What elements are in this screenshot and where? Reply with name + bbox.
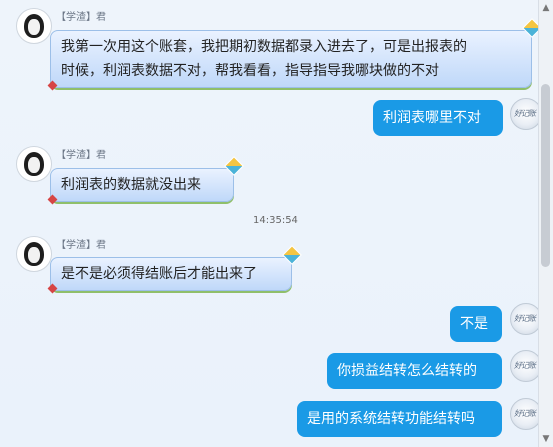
- chat-transcript: 【学渣】君 我第一次用这个账套，我把期初数据都录入进去了，可是出报表的 时候，利…: [0, 0, 539, 447]
- message-text: 利润表哪里不对: [383, 110, 481, 126]
- message-bubble-outgoing[interactable]: 你损益结转怎么结转的: [327, 353, 502, 389]
- scroll-down-icon[interactable]: ▼: [541, 433, 551, 445]
- vertical-scrollbar[interactable]: ▲ ▼: [538, 0, 553, 447]
- message-bubble-incoming[interactable]: 利润表的数据就没出来: [50, 156, 244, 202]
- message-line: 我第一次用这个账套，我把期初数据都录入进去了，可是出报表的: [61, 39, 467, 55]
- user-avatar-icon[interactable]: [16, 146, 52, 182]
- message-text: 是用的系统结转功能结转吗: [307, 411, 475, 427]
- kite-icon: [522, 18, 539, 38]
- message-timestamp: 14:35:54: [253, 215, 298, 226]
- kite-icon: [282, 245, 302, 265]
- sender-name: 【学渣】君: [56, 150, 106, 161]
- agent-avatar-icon[interactable]: 好记账: [510, 303, 539, 335]
- message-text: 是不是必须得结账后才能出来了: [61, 266, 257, 282]
- message-bubble-outgoing[interactable]: 是用的系统结转功能结转吗: [297, 401, 502, 437]
- message-text: 利润表的数据就没出来: [61, 177, 201, 193]
- message-bubble-outgoing[interactable]: 利润表哪里不对: [373, 100, 503, 136]
- message-bubble-incoming[interactable]: 我第一次用这个账套，我把期初数据都录入进去了，可是出报表的 时候，利润表数据不对…: [50, 18, 539, 88]
- agent-avatar-icon[interactable]: 好记账: [510, 350, 539, 382]
- message-bubble-incoming[interactable]: 是不是必须得结账后才能出来了: [50, 245, 302, 291]
- user-avatar-icon[interactable]: [16, 8, 52, 44]
- message-bubble-outgoing[interactable]: 不是: [450, 306, 502, 342]
- user-avatar-icon[interactable]: [16, 236, 52, 272]
- kite-icon: [224, 156, 244, 176]
- message-text: 你损益结转怎么结转的: [337, 363, 477, 379]
- message-line: 时候，利润表数据不对，帮我看看，指导指导我哪块做的不对: [61, 63, 439, 79]
- message-text: 不是: [460, 316, 488, 332]
- scroll-thumb[interactable]: [541, 84, 550, 267]
- sender-name: 【学渣】君: [56, 240, 106, 251]
- sender-name: 【学渣】君: [56, 12, 106, 23]
- scroll-up-icon[interactable]: ▲: [541, 2, 551, 14]
- agent-avatar-icon[interactable]: 好记账: [510, 98, 539, 130]
- agent-avatar-icon[interactable]: 好记账: [510, 398, 539, 430]
